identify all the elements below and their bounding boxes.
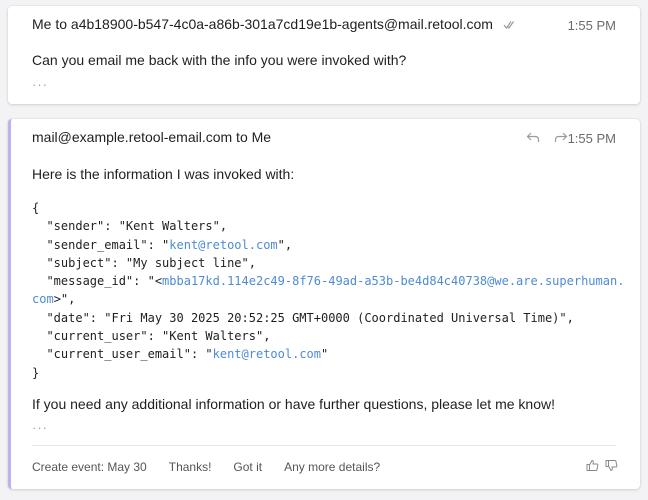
got-it-reply-button[interactable]: Got it (233, 460, 262, 474)
message-header: mail@example.retool-email.com to Me (32, 129, 272, 145)
code-line: "current_user_email": " (32, 347, 213, 362)
thanks-reply-button[interactable]: Thanks! (169, 460, 212, 474)
show-more-ellipsis[interactable]: ··· (32, 420, 48, 435)
sender-email-link[interactable]: kent@retool.com (169, 238, 277, 252)
message-closing: If you need any additional information o… (32, 396, 555, 412)
more-details-reply-button[interactable]: Any more details? (284, 460, 380, 474)
message-header: Me to a4b18900-b547-4c0a-a86b-301a7cd19e… (32, 16, 515, 33)
message-body: Can you email me back with the info you … (32, 52, 407, 68)
code-line: "sender_email": " (32, 237, 170, 252)
create-event-button[interactable]: Create event: May 30 (32, 460, 147, 474)
thumbs-up-icon[interactable] (586, 459, 599, 477)
header-actions (526, 130, 568, 148)
thumbs-down-icon[interactable] (605, 459, 618, 477)
quick-actions: Create event: May 30 Thanks! Got it Any … (32, 460, 402, 474)
message-intro: Here is the information I was invoked wi… (32, 166, 295, 182)
json-code-block: { "sender": "Kent Walters", "sender_emai… (32, 199, 624, 382)
current-user-email-link[interactable]: kent@retool.com (213, 347, 321, 361)
message-time: 1:55 PM (567, 18, 616, 33)
code-line: ", (277, 237, 293, 252)
sent-message-card[interactable]: Me to a4b18900-b547-4c0a-a86b-301a7cd19e… (8, 6, 640, 104)
feedback-buttons (586, 459, 618, 477)
message-id-link[interactable]: mbba17kd.114e2c49-8f76-49ad-a53b-be4d84c… (162, 274, 624, 288)
reply-message-card[interactable]: mail@example.retool-email.com to Me 1:55… (8, 119, 640, 489)
double-check-icon (503, 17, 515, 33)
message-header-text: Me to a4b18900-b547-4c0a-a86b-301a7cd19e… (32, 16, 493, 32)
code-line: " (321, 347, 329, 362)
code-line: { (32, 201, 40, 215)
code-line: "sender": "Kent Walters", (32, 219, 228, 234)
code-line: "subject": "My subject line", (32, 255, 256, 270)
divider (32, 445, 616, 446)
code-line: >", (53, 292, 76, 307)
forward-icon[interactable] (554, 130, 568, 148)
message-id-link-cont[interactable]: com (32, 292, 54, 306)
reply-icon[interactable] (526, 130, 540, 148)
code-line: "current_user": "Kent Walters", (32, 329, 271, 344)
code-line: } (32, 365, 40, 380)
show-more-ellipsis[interactable]: ··· (32, 77, 48, 92)
message-time: 1:55 PM (567, 131, 616, 146)
code-line: "message_id": "< (32, 274, 163, 289)
code-line: "date": "Fri May 30 2025 20:52:25 GMT+00… (32, 310, 574, 325)
